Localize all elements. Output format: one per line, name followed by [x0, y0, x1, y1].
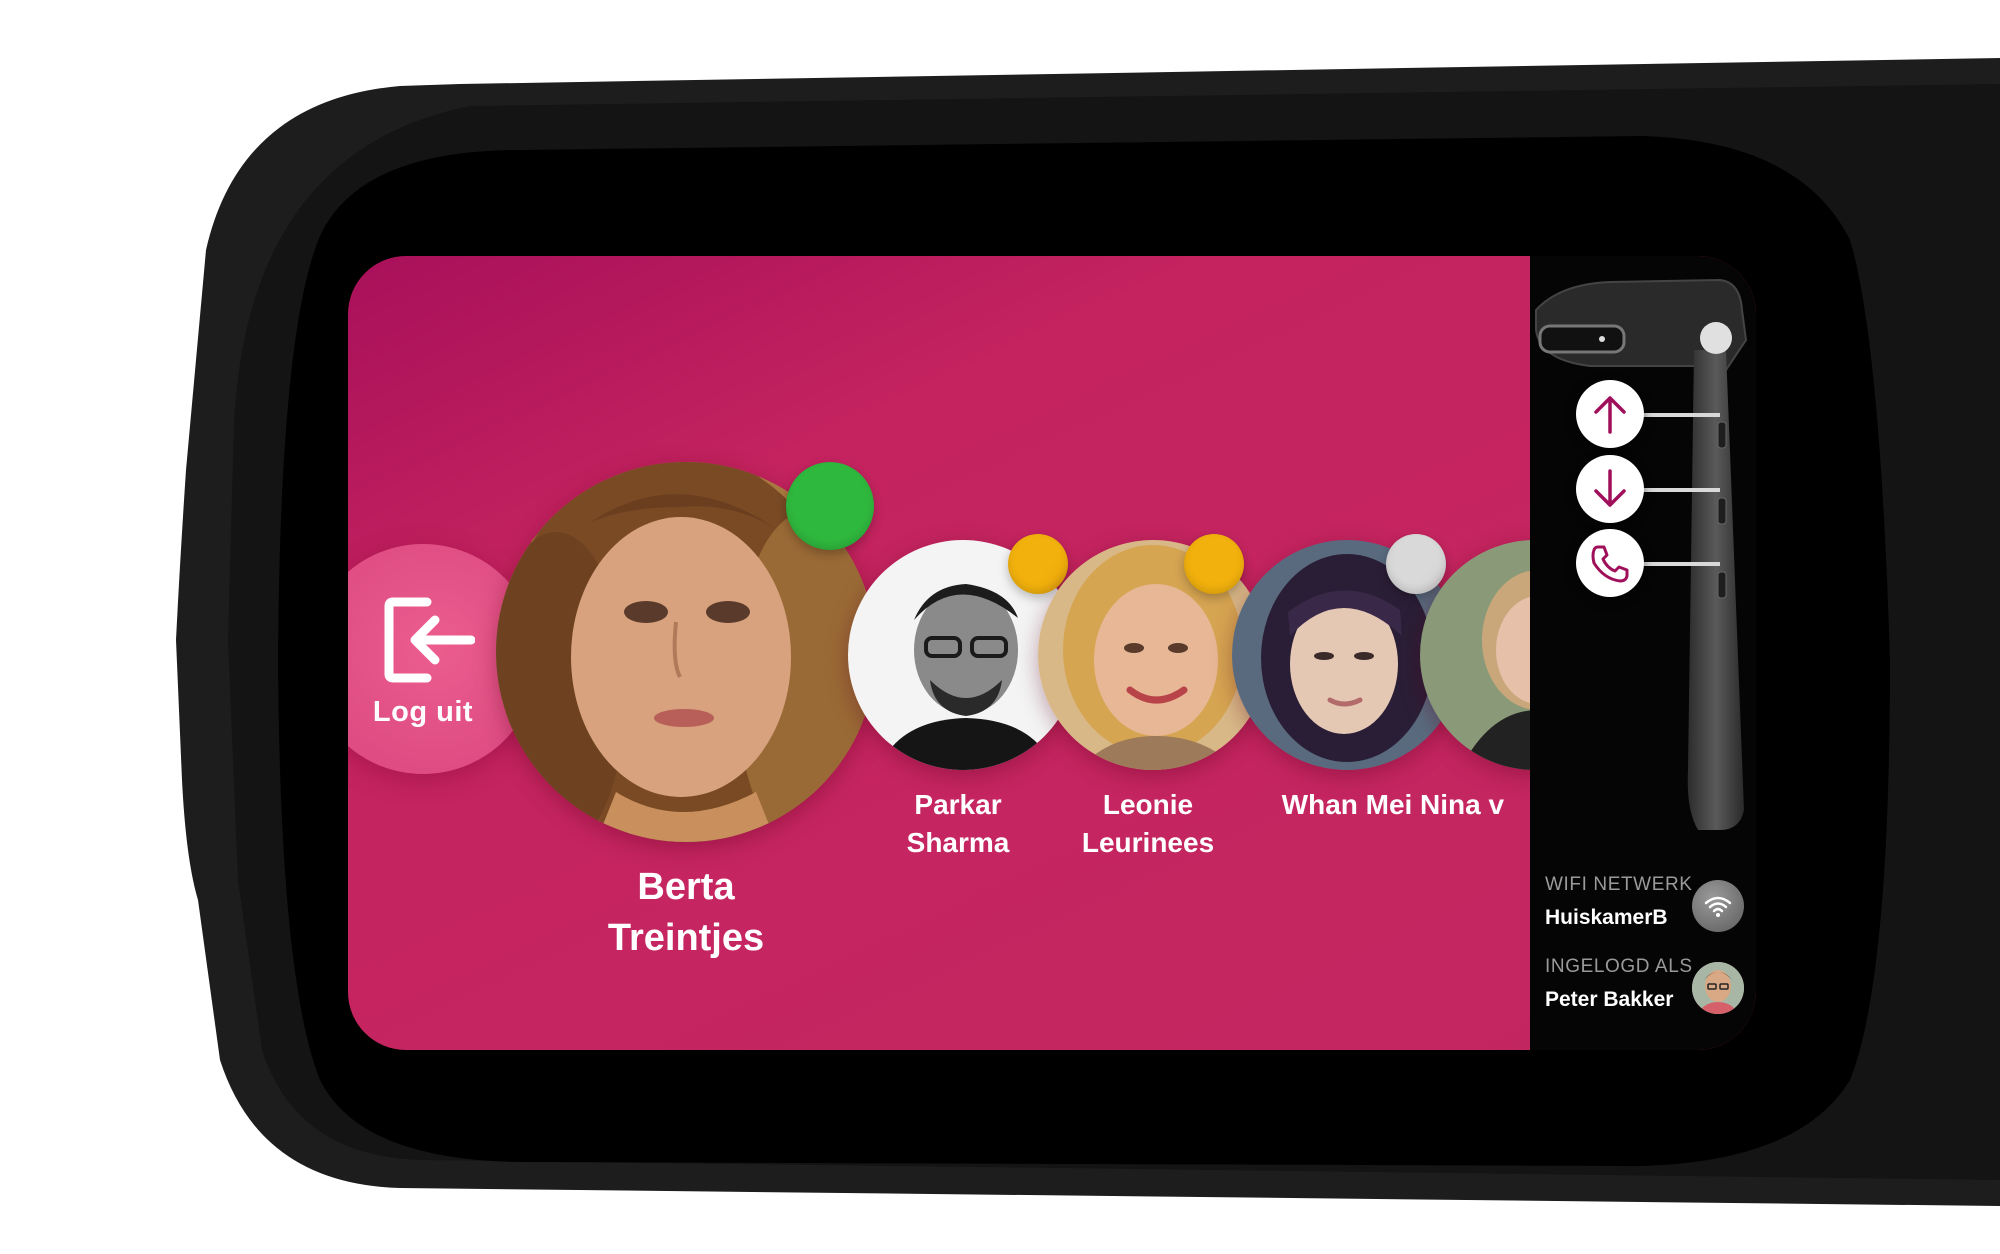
logout-icon: [384, 597, 475, 683]
button-connector: [1632, 413, 1720, 417]
login-caption: INGELOGD ALS: [1545, 956, 1693, 977]
phone-icon: [1591, 545, 1629, 583]
user-avatar[interactable]: [1692, 962, 1744, 1014]
scroll-down-button[interactable]: [1576, 455, 1644, 523]
wifi-caption: WIFI NETWERK: [1545, 874, 1693, 895]
wifi-status-button[interactable]: [1692, 880, 1744, 932]
arrow-up-icon: [1594, 396, 1626, 434]
button-connector: [1632, 562, 1720, 566]
screen: Log uit Berta Treintjes Parkar Sharma Le…: [348, 256, 1756, 1050]
handset-illustration: [1535, 278, 1748, 830]
contact-name: Berta Treintjes: [607, 866, 765, 960]
avatar: [1692, 962, 1744, 1014]
call-button[interactable]: [1576, 529, 1644, 597]
arrow-down-icon: [1594, 469, 1626, 507]
wifi-name: HuiskamerB: [1545, 906, 1668, 929]
wifi-icon: [1704, 896, 1732, 917]
scroll-up-button[interactable]: [1576, 380, 1644, 448]
logout-label: Log uit: [372, 696, 474, 728]
side-panel: WIFI NETWERK HuiskamerB INGELOGD ALS Pet…: [1530, 256, 1756, 1050]
status-dot-online: [786, 462, 874, 550]
logged-in-user-name: Peter Bakker: [1545, 988, 1674, 1011]
stage: Log uit Berta Treintjes Parkar Sharma Le…: [0, 0, 2000, 1254]
button-connector: [1632, 488, 1720, 492]
